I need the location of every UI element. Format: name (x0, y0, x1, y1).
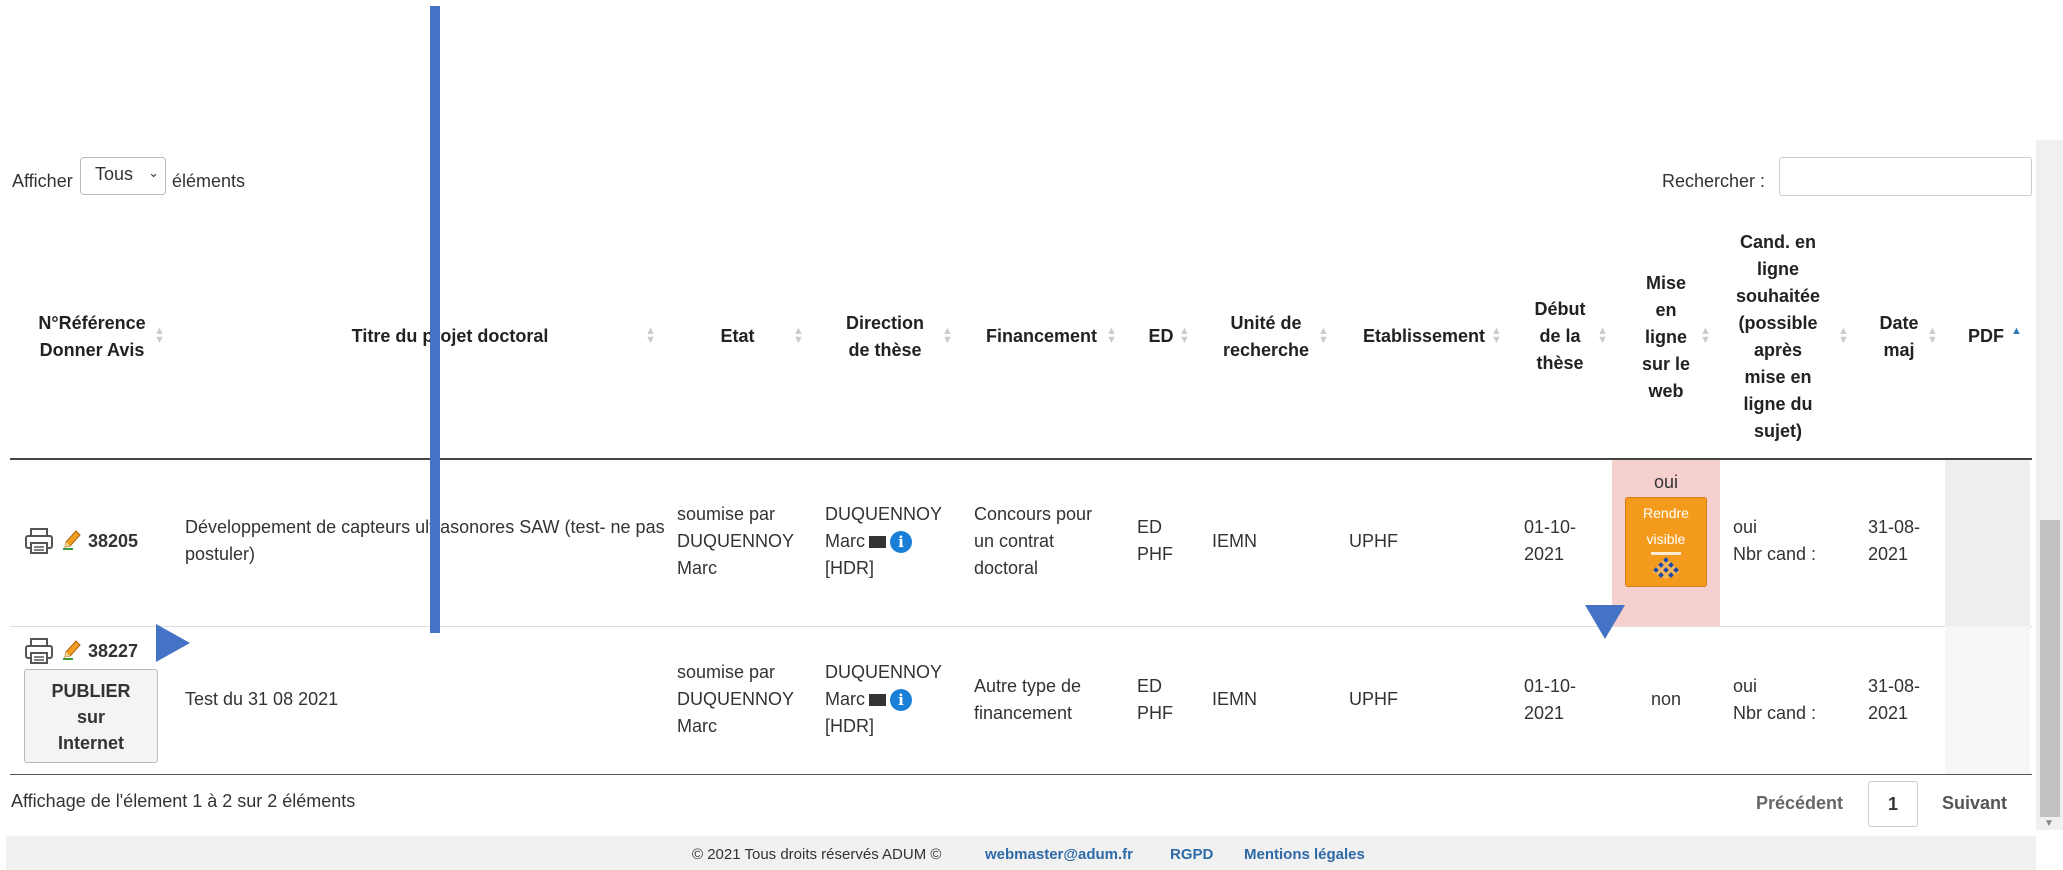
th-etablissement[interactable]: Etablissement (1358, 323, 1490, 350)
print-icon[interactable] (24, 527, 54, 555)
sort-icon: ▲ ▼ (1179, 325, 1190, 346)
sort-icon: ▲ ▼ (1597, 325, 1608, 346)
row-etat: soumise par DUQUENNOY Marc (677, 504, 794, 578)
th-debut[interactable]: Début de la thèse (1530, 296, 1590, 377)
row-cand-en-ligne: oui Nbr cand : (1733, 673, 1843, 727)
th-reference[interactable]: N°Référence Donner Avis (30, 310, 154, 364)
row-etat: soumise par DUQUENNOY Marc (677, 662, 794, 736)
sort-icon: ▲ ▼ (793, 325, 804, 346)
scrollbar-thumb[interactable] (2040, 520, 2060, 817)
annotation-vertical-bar (430, 6, 440, 633)
th-etat[interactable]: Etat (715, 323, 760, 350)
th-date-maj[interactable]: Date maj (1870, 310, 1928, 364)
th-mise-en-ligne[interactable]: Mise en ligne sur le web (1636, 270, 1696, 405)
footer-rgpd-link[interactable]: RGPD (1170, 846, 1213, 863)
row-debut: 01-10-2021 (1524, 517, 1577, 564)
table-info: Affichage de l'élement 1 à 2 sur 2 éléme… (11, 791, 356, 811)
row-mise-en-ligne: non (1650, 689, 1682, 709)
row-direction: DUQUENNOY Marc i [HDR] (825, 501, 955, 582)
row-ed: ED PHF (1137, 517, 1173, 564)
direction-hdr: [HDR] (825, 558, 874, 578)
direction-hdr: [HDR] (825, 716, 874, 736)
row-debut: 01-10-2021 (1524, 676, 1577, 723)
footer-legal-link[interactable]: Mentions légales (1244, 846, 1365, 863)
row-divider (10, 626, 2032, 627)
row-unite: IEMN (1212, 689, 1257, 709)
th-cand-en-ligne[interactable]: Cand. en ligne souhaitée (possible après… (1724, 229, 1832, 445)
search-label: Rechercher : (1662, 171, 1766, 191)
pagination-previous[interactable]: Précédent (1756, 793, 1843, 814)
row-direction: DUQUENNOY Marc i [HDR] (825, 659, 955, 740)
pagination-page[interactable]: 1 (1868, 781, 1918, 827)
sort-icon: ▲ ▼ (1700, 325, 1711, 346)
annotation-arrow-down (1585, 605, 1625, 639)
cand-value: oui (1733, 517, 1758, 537)
row-date-maj: 31-08-2021 (1868, 517, 1921, 564)
th-pdf[interactable]: PDF (1964, 323, 2008, 350)
length-label: Afficher (12, 171, 73, 191)
footer-copyright: © 2021 Tous droits réservés ADUM © (692, 846, 942, 863)
th-financement[interactable]: Financement (983, 323, 1100, 350)
print-icon[interactable] (24, 637, 54, 665)
nbr-cand: Nbr cand : (1733, 544, 1817, 564)
row-financement: Concours pour un contrat doctoral (974, 504, 1093, 578)
campus-france-logo-icon (1651, 552, 1681, 579)
publier-button[interactable]: PUBLIER sur Internet (24, 669, 158, 763)
row-reference: 38227 (88, 641, 139, 661)
length-select[interactable]: Tous ⌄ (80, 157, 166, 195)
scroll-down-icon[interactable]: ▼ (2044, 818, 2054, 829)
annotation-arrow-right (156, 624, 190, 662)
mail-icon[interactable] (869, 694, 886, 707)
mail-icon[interactable] (869, 536, 886, 549)
table-bottom-border (10, 774, 2032, 775)
pdf-cell (1945, 460, 2030, 626)
cand-value: oui (1733, 676, 1758, 696)
sort-icon: ▲ ▼ (1318, 325, 1329, 346)
sort-icon: ▲ ▼ (154, 325, 165, 346)
pagination-next[interactable]: Suivant (1942, 793, 2007, 814)
row-unite: IEMN (1212, 531, 1257, 551)
row-cand-en-ligne: oui Nbr cand : (1733, 514, 1843, 568)
row-reference: 38205 (88, 531, 139, 551)
chevron-down-icon: ⌄ (148, 165, 159, 180)
length-select-value: Tous (95, 164, 134, 184)
sort-icon: ▲ ▼ (645, 325, 656, 346)
publier-label: PUBLIER sur Internet (51, 681, 131, 753)
info-icon[interactable]: i (890, 531, 912, 554)
sort-icon: ▲ ▼ (1491, 325, 1502, 346)
th-direction[interactable]: Direction de thèse (835, 310, 935, 364)
th-ed[interactable]: ED (1146, 323, 1176, 350)
row-ed: ED PHF (1137, 676, 1173, 723)
nbr-cand: Nbr cand : (1733, 703, 1817, 723)
pdf-cell (1945, 626, 2030, 774)
info-icon[interactable]: i (890, 689, 912, 712)
search-input[interactable] (1779, 157, 2032, 196)
row-etablissement: UPHF (1349, 689, 1398, 709)
rendre-visible-label: Rendre visible (1643, 505, 1689, 547)
length-suffix: éléments (172, 171, 246, 191)
pencil-icon[interactable] (63, 530, 81, 550)
row-title: Développement de capteurs ultrasonores S… (185, 517, 665, 564)
row-etablissement: UPHF (1349, 531, 1398, 551)
sort-icon: ▲ ▼ (1106, 325, 1117, 346)
sort-icon: ▲ ▼ (1838, 325, 1849, 346)
row-mise-en-ligne: oui (1653, 472, 1679, 492)
row-date-maj: 31-08-2021 (1868, 676, 1921, 723)
sort-icon: ▲ ▼ (942, 325, 953, 346)
row-title: Test du 31 08 2021 (185, 689, 339, 709)
th-titre[interactable]: Titre du projet doctoral (300, 323, 600, 350)
row-financement: Autre type de financement (974, 676, 1082, 723)
sort-icon: ▲ ▼ (1927, 325, 1938, 346)
pencil-icon[interactable] (63, 640, 81, 660)
sort-asc-icon: ▲ (2011, 325, 2022, 337)
footer-email-link[interactable]: webmaster@adum.fr (985, 846, 1133, 863)
th-unite[interactable]: Unité de recherche (1220, 310, 1312, 364)
header-divider (10, 458, 2032, 460)
